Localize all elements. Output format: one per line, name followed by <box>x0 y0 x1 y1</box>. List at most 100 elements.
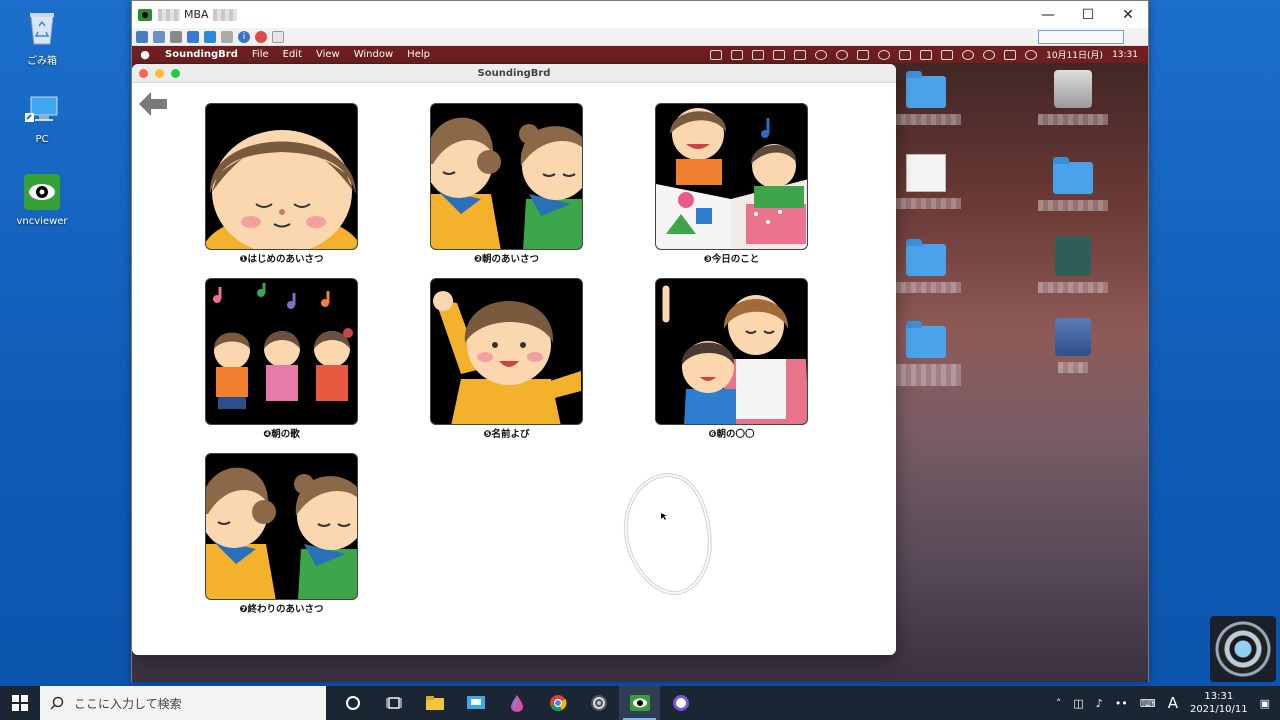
chevron-up-icon[interactable]: ˄ <box>1056 697 1062 710</box>
time-machine-icon <box>1055 236 1091 276</box>
desktop-icon-vncviewer[interactable]: vncviewer <box>6 172 78 227</box>
more-icon[interactable]: •• <box>1115 697 1128 710</box>
file-explorer-icon <box>425 696 444 710</box>
network-icon[interactable]: ◫ <box>1073 697 1083 710</box>
mac-desktop-time-machine[interactable] <box>1038 236 1108 293</box>
lock-icon[interactable] <box>794 49 807 60</box>
maximize-icon[interactable]: ☐ <box>1068 1 1108 28</box>
menu-app-name[interactable]: SoundingBrd <box>158 49 245 60</box>
taskbar-search-box[interactable]: ここに入力して検索 <box>40 686 326 720</box>
menu-help[interactable]: Help <box>400 49 437 60</box>
card-image[interactable] <box>655 278 808 425</box>
taskbar-clock[interactable]: 13:31 2021/10/11 <box>1190 690 1248 716</box>
wifi-icon[interactable] <box>962 49 975 60</box>
menu-file[interactable]: File <box>245 49 276 60</box>
sound-card-2[interactable]: ❷朝のあいさつ <box>430 103 583 265</box>
desktop-icon-recycle-bin[interactable]: ごみ箱 <box>6 8 78 67</box>
card-image[interactable] <box>205 278 358 425</box>
desktop-icon-pc[interactable]: PC <box>6 90 78 145</box>
sound-card-4[interactable]: ❹朝の歌 <box>205 278 358 440</box>
sound-card-6[interactable]: ❻朝の〇〇 <box>655 278 808 440</box>
camera-icon[interactable] <box>773 49 786 60</box>
volume-icon[interactable] <box>899 49 912 60</box>
child-raising-hand-illustration <box>433 291 581 424</box>
vnc-viewer-window[interactable]: MBA — ☐ ✕ i ● SoundingBrd File Edit View… <box>131 0 1149 682</box>
chat-icon[interactable] <box>272 30 284 43</box>
keyboard-icon[interactable] <box>136 30 148 43</box>
taskbar-explorer[interactable] <box>414 686 455 720</box>
ime-indicator[interactable]: A <box>1168 694 1178 712</box>
menu-window[interactable]: Window <box>347 49 400 60</box>
mac-desktop-disk[interactable] <box>1038 70 1108 125</box>
mac-desktop-folder[interactable] <box>891 239 961 293</box>
clock-icon[interactable] <box>836 49 849 60</box>
taskbar-remote-desktop[interactable] <box>455 686 496 720</box>
bluetooth-icon[interactable] <box>920 49 933 60</box>
sound-card-5[interactable]: ❺名前よび <box>430 278 583 440</box>
input-method-icon[interactable] <box>857 49 870 60</box>
taskbar-vnc-server[interactable] <box>578 686 619 720</box>
apple-menu-icon[interactable]: ● <box>132 48 158 61</box>
card-image[interactable] <box>205 453 358 600</box>
taskbar-paint-app[interactable] <box>496 686 537 720</box>
menu-edit[interactable]: Edit <box>276 49 309 60</box>
mac-desktop-folder[interactable] <box>891 71 961 125</box>
pc-icon <box>22 90 62 130</box>
dropbox-icon[interactable] <box>752 49 765 60</box>
card-image[interactable] <box>205 103 358 250</box>
vnc-toolbar-field[interactable] <box>1038 29 1124 44</box>
mac-desktop-document[interactable] <box>891 154 961 209</box>
screen-mirror-icon[interactable] <box>710 49 723 60</box>
sound-card-7[interactable]: ❼終わりのあいさつ <box>205 453 358 615</box>
mac-time[interactable]: 13:31 <box>1112 50 1138 60</box>
notification-icon[interactable]: ▣ <box>1260 697 1270 710</box>
info-icon[interactable]: i <box>238 30 250 43</box>
start-button[interactable] <box>0 686 40 720</box>
refresh-icon[interactable] <box>187 30 199 43</box>
mac-remote-screen[interactable]: ● SoundingBrd File Edit View Window Help <box>132 46 1148 682</box>
system-tray: ˄ ◫ ♪ •• ⌨ A 13:31 2021/10/11 ▣ <box>1056 690 1280 716</box>
alert-icon[interactable] <box>878 49 891 60</box>
back-arrow-button[interactable] <box>138 91 168 117</box>
card-label: ❶はじめのあいさつ <box>239 254 324 265</box>
child-figure <box>314 328 353 401</box>
soundingbrd-window[interactable]: SoundingBrd ❶はじめのあいさつ ❷朝のあいさつ ❸今日のこと ❹朝の… <box>132 64 896 655</box>
vnc-titlebar[interactable]: MBA — ☐ ✕ <box>132 1 1148 28</box>
file-transfer-icon[interactable] <box>221 30 233 43</box>
keyboard-icon[interactable]: ⌨ <box>1140 697 1156 710</box>
gmail-icon[interactable] <box>731 49 744 60</box>
taskbar-chrome[interactable] <box>537 686 578 720</box>
mac-desktop-folder[interactable] <box>891 321 961 386</box>
settings-gear-icon[interactable] <box>170 30 182 43</box>
disconnect-icon[interactable] <box>255 30 267 43</box>
redacted-text <box>891 364 961 386</box>
mac-desktop-shared[interactable] <box>1038 318 1108 373</box>
control-center-icon[interactable] <box>1004 49 1017 60</box>
battery-icon[interactable] <box>941 49 954 60</box>
task-view-button[interactable] <box>373 686 414 720</box>
fullscreen-icon[interactable] <box>153 30 165 43</box>
close-icon[interactable]: ✕ <box>1108 1 1148 28</box>
sound-card-1[interactable]: ❶はじめのあいさつ <box>205 103 358 265</box>
moon-icon[interactable] <box>815 49 828 60</box>
soundingbrd-titlebar[interactable]: SoundingBrd <box>132 64 896 83</box>
card-image[interactable] <box>430 278 583 425</box>
menu-view[interactable]: View <box>309 49 347 60</box>
child-figure <box>264 331 300 401</box>
volume-icon[interactable]: ♪ <box>1096 697 1103 710</box>
purple-ring-icon <box>672 695 689 711</box>
sound-card-3[interactable]: ❸今日のこと <box>655 103 808 265</box>
card-image[interactable] <box>655 103 808 250</box>
card-image[interactable] <box>430 103 583 250</box>
vnc-overlay-icon[interactable] <box>1210 616 1276 682</box>
redacted-text <box>158 8 180 21</box>
windows-key-icon[interactable] <box>204 30 216 43</box>
cortana-button[interactable] <box>332 686 373 720</box>
mac-date[interactable]: 10月11日(月) <box>1046 48 1103 61</box>
siri-icon[interactable] <box>1025 49 1038 60</box>
taskbar-vncviewer[interactable] <box>619 686 660 720</box>
spotlight-search-icon[interactable] <box>983 49 996 60</box>
taskbar-app-purple[interactable] <box>660 686 701 720</box>
minimize-icon[interactable]: — <box>1028 1 1068 28</box>
mac-desktop-folder[interactable] <box>1038 157 1108 211</box>
